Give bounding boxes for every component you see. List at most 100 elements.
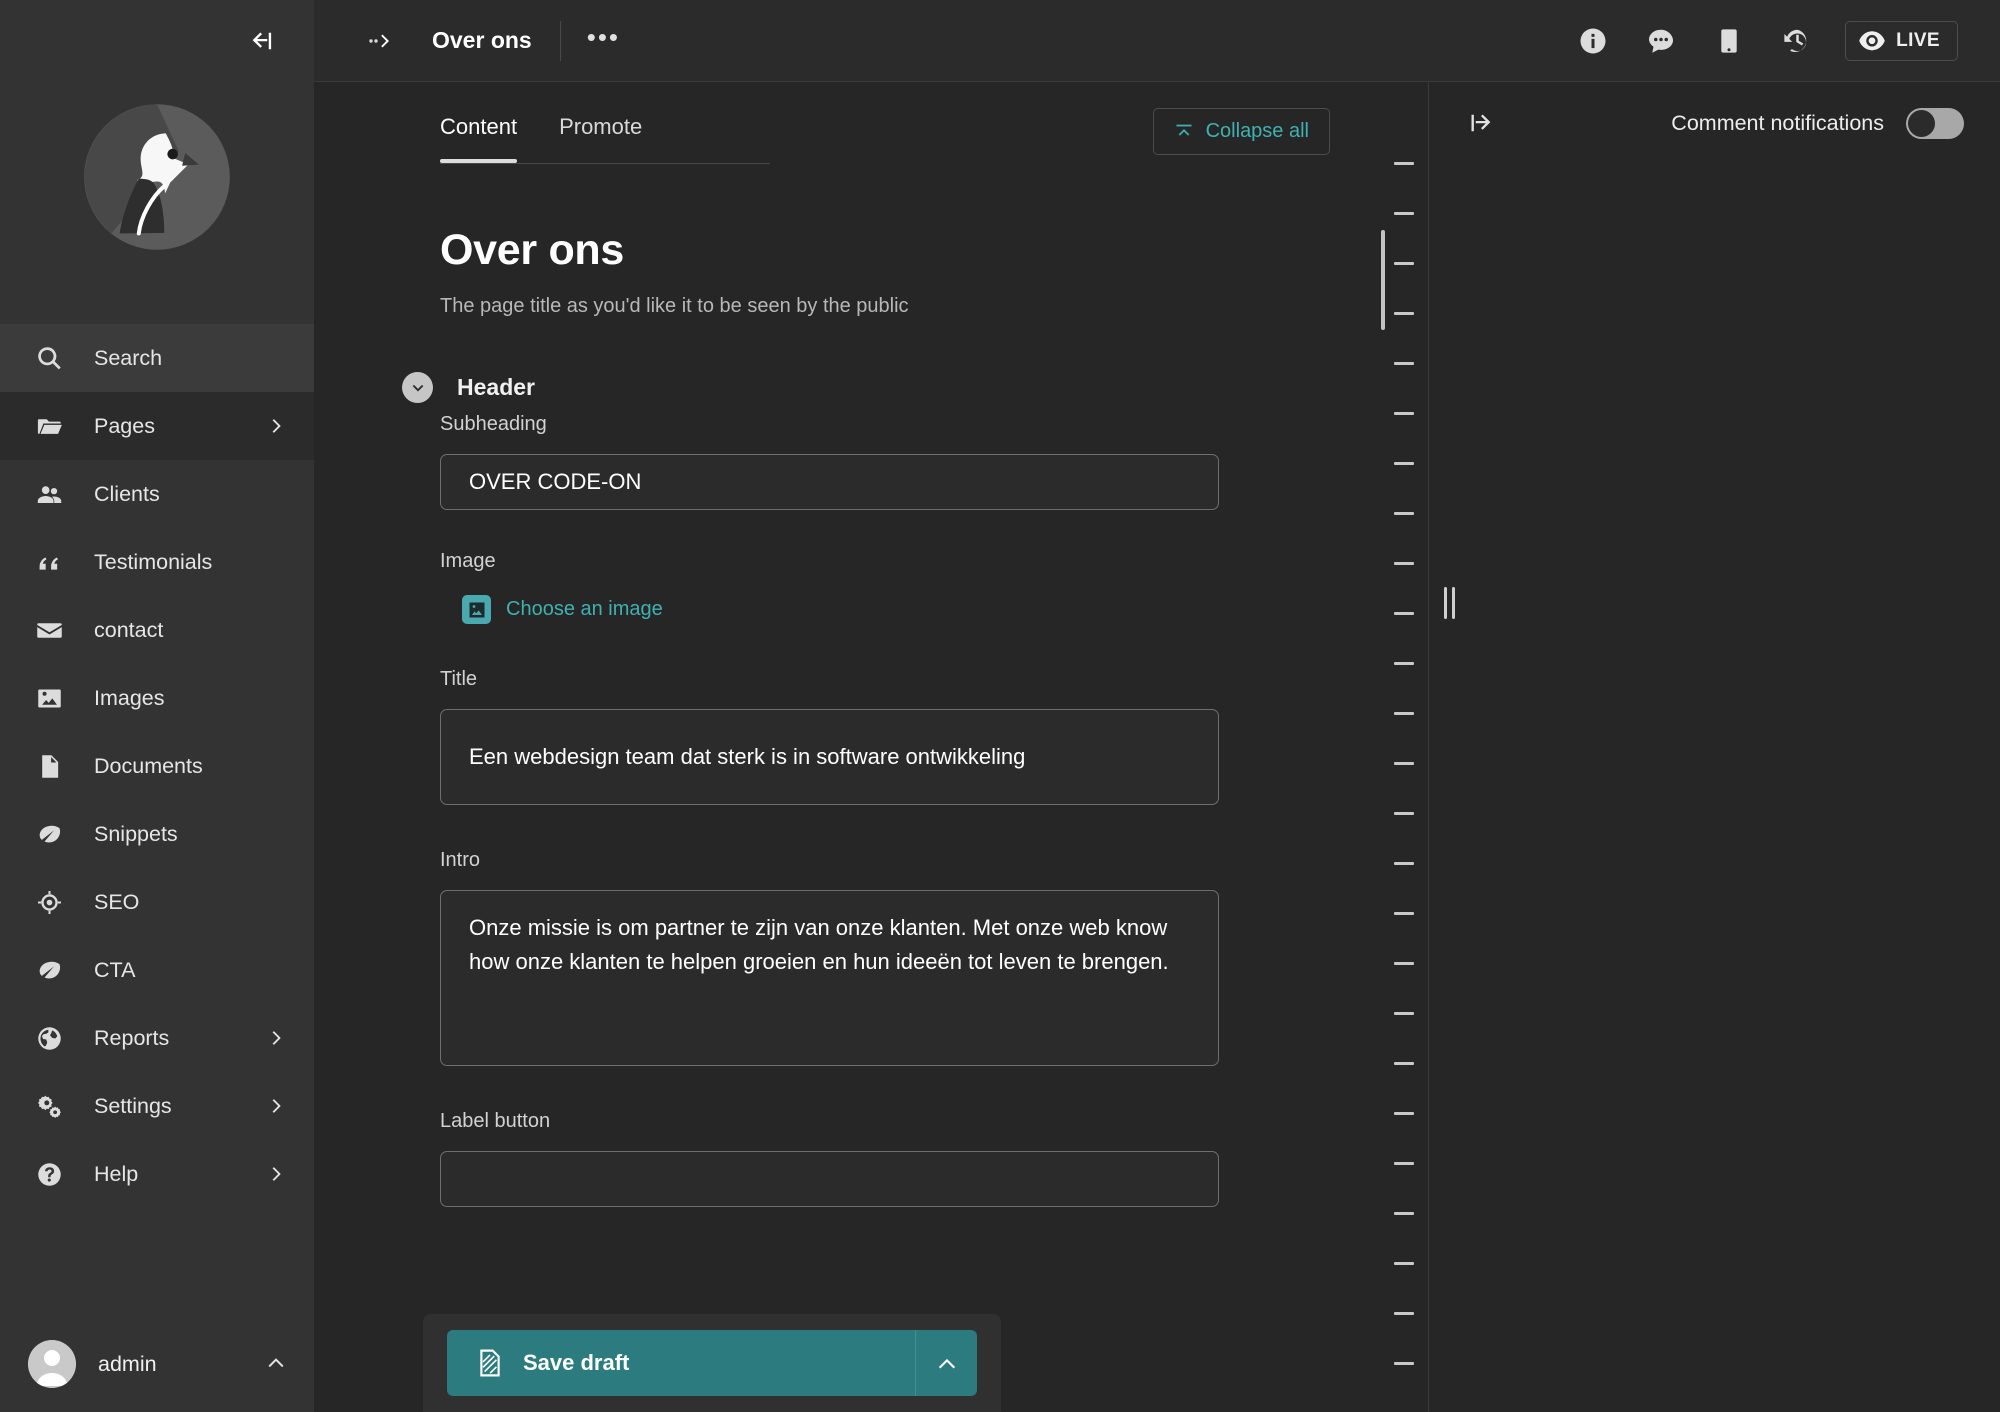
page-title: Over ons [440,226,625,274]
users-icon [32,477,66,511]
sidebar-item-clients[interactable]: Clients [0,460,314,528]
breadcrumb-page-title[interactable]: Over ons [432,27,532,54]
chevron-down-icon[interactable] [402,372,433,403]
expand-panel-icon[interactable] [1463,104,1501,142]
account-menu[interactable]: admin [0,1316,314,1412]
collapse-all-button[interactable]: Collapse all [1152,108,1330,155]
title-input[interactable]: Een webdesign team dat sterk is in softw… [440,709,1219,805]
sidebar-item-snippets[interactable]: Snippets [0,800,314,868]
sidebar-item-documents[interactable]: Documents [0,732,314,800]
quote-icon [32,545,66,579]
sidebar-item-help[interactable]: Help [0,1140,314,1208]
editor-column: Content Promote Collapse all Over ons Th… [314,82,1428,1412]
page-form: Over ons The page title as you'd like it… [314,164,1428,1207]
tab-promote[interactable]: Promote [559,82,642,162]
sidebar-item-search[interactable]: Search [0,324,314,392]
live-status-button[interactable]: LIVE [1845,20,1958,61]
field-label: Label button [440,1110,551,1132]
sidebar-item-label: Snippets [94,821,178,846]
side-panel-header: Comment notifications [1429,82,2000,164]
account-name: admin [98,1351,157,1376]
search-icon [32,341,66,375]
mobile-preview-icon[interactable] [1709,21,1749,61]
sidebar-item-seo[interactable]: SEO [0,868,314,936]
sidebar-item-label: Search [94,345,163,370]
collapse-sidebar-icon[interactable] [244,24,278,58]
sidebar-item-label: contact [94,617,164,642]
field-label: Subheading [440,413,547,435]
field-label: Title [440,668,478,690]
sidebar-item-label: Testimonials [94,549,213,574]
chevron-right-icon [266,1027,288,1049]
sidebar-item-cta[interactable]: CTA [0,936,314,1004]
sidebar-item-label: SEO [94,889,140,914]
tab-bar: Content Promote Collapse all [314,82,1428,164]
folder-icon [32,409,66,443]
field-image: Image Choose an image [314,550,1428,624]
section-title: Header [457,374,535,400]
sidebar-item-images[interactable]: Images [0,664,314,732]
sidebar-item-label: Pages [94,413,155,438]
question-icon [32,1157,66,1191]
panel-resize-grip[interactable] [1444,587,1456,619]
label-button-input[interactable] [440,1151,1219,1207]
document-icon [32,749,66,783]
save-options-caret[interactable] [915,1330,977,1396]
comment-icon[interactable] [1641,21,1681,61]
save-draft-label: Save draft [523,1350,630,1375]
top-bar: Over ons ••• LIVE [314,0,2000,82]
field-subheading: Subheading OVER CODE-ON [314,413,1428,510]
tab-content[interactable]: Content [440,82,518,163]
globe-icon [32,1021,66,1055]
field-label: Intro [440,849,481,871]
chevron-right-icon [266,1163,288,1185]
info-icon[interactable] [1573,21,1613,61]
sidebar-nav: Search Pages Clients Testimonials contac… [0,324,314,1208]
sidebar-item-label: Images [94,685,165,710]
image-picker-icon [462,595,491,624]
choose-an-image-label: Choose an image [506,598,663,620]
more-actions-button[interactable]: ••• [587,24,620,58]
editor-scrollbar-thumb[interactable] [1381,230,1385,330]
subheading-input[interactable]: OVER CODE-ON [440,454,1219,510]
avatar [28,1340,76,1388]
sidebar-item-pages[interactable]: Pages [0,392,314,460]
snippet-leaf-icon [32,817,66,851]
divider [559,20,561,61]
toggle-knob [1908,109,1935,137]
sidebar-item-label: Reports [94,1025,170,1050]
field-label-button: Label button [314,1110,1428,1207]
chevron-up-icon [264,1350,288,1379]
mail-icon [32,613,66,647]
save-action-bar: Save draft [423,1314,1001,1412]
page-title-help-text: The page title as you'd like it to be se… [440,295,909,317]
field-title: Title Een webdesign team dat sterk is in… [314,668,1428,805]
save-draft-button[interactable]: Save draft [447,1330,915,1396]
sidebar-item-label: Help [94,1161,139,1186]
wagtail-bird-logo [0,82,314,324]
history-icon[interactable] [1777,21,1817,61]
sidebar-item-reports[interactable]: Reports [0,1004,314,1072]
choose-an-image-button[interactable]: Choose an image [462,595,1428,624]
chevron-right-icon [266,415,288,437]
image-icon [32,681,66,715]
section-header-header[interactable]: Header [314,372,1428,403]
chevron-right-icon [266,1095,288,1117]
save-button-group: Save draft [447,1330,977,1396]
sidebar-item-testimonials[interactable]: Testimonials [0,528,314,596]
sidebar-item-contact[interactable]: contact [0,596,314,664]
cogs-icon [32,1089,66,1123]
sidebar-item-label: Clients [94,481,160,506]
intro-textarea[interactable]: Onze missie is om partner te zijn van on… [440,890,1219,1066]
snippet-leaf-icon [32,953,66,987]
sidebar-item-settings[interactable]: Settings [0,1072,314,1140]
comment-notifications-toggle[interactable] [1906,107,1964,139]
sidebar-item-label: Documents [94,753,203,778]
collapse-all-label: Collapse all [1205,120,1309,142]
comment-notifications-label: Comment notifications [1671,110,1884,135]
sidebar: Search Pages Clients Testimonials contac… [0,0,314,1412]
field-intro: Intro Onze missie is om partner te zijn … [314,849,1428,1066]
breadcrumb-ellipsis-icon[interactable] [368,29,398,53]
field-label: Image [440,550,496,572]
sidebar-item-label: Settings [94,1093,172,1118]
